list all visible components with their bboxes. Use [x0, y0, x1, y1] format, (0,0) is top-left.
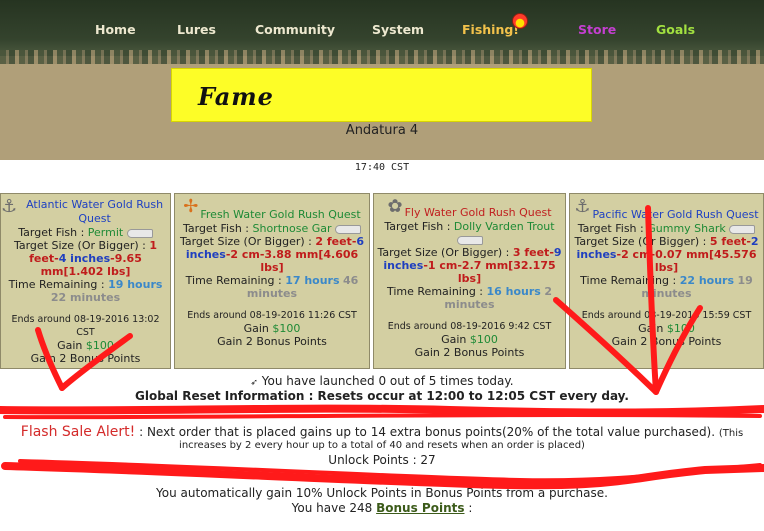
- flash-sale-note: increases by 2 every hour up to a total …: [179, 440, 585, 451]
- scribble-band-bottom: [1, 462, 764, 490]
- fame-banner: Fame: [171, 68, 592, 122]
- time-remaining: 17 hours: [285, 274, 340, 287]
- quest-title[interactable]: Fresh Water Gold Rush Quest: [200, 208, 360, 222]
- fishing-bobber-icon: [512, 13, 528, 29]
- fishing-hook-icon: ⚓: [1, 196, 18, 217]
- main-nav: Home Lures Community System Fishing! Sto…: [0, 22, 764, 38]
- fish-icon: [335, 224, 362, 234]
- target-fish: Dolly Varden Trout: [453, 220, 555, 233]
- bonus-points-info: You have 248 Bonus Points :: [291, 501, 473, 515]
- quest-bonus: Gain 2 Bonus Points: [30, 352, 141, 365]
- lure-icon: ✢: [183, 196, 199, 217]
- quest-title[interactable]: Fly Water Gold Rush Quest: [405, 206, 552, 220]
- fishing-hook-icon: ⚓: [574, 196, 591, 217]
- time-remaining: 19 hours: [108, 278, 163, 291]
- quest-ends: Ends around 08-19-2016 11:26 CST: [187, 310, 357, 321]
- quest-card-atlantic: ⚓ Atlantic Water Gold Rush Quest Target …: [0, 193, 171, 369]
- launch-info: ➶ You have launched 0 out of 5 times tod…: [250, 374, 514, 388]
- flash-sale-alert: Flash Sale Alert!: [20, 424, 136, 440]
- unlock-points: Unlock Points : 27: [328, 453, 436, 467]
- target-fish: Shortnose Gar: [252, 222, 332, 235]
- quest-card-pacific: ⚓ Pacific Water Gold Rush Quest Target F…: [569, 193, 764, 369]
- nav-store[interactable]: Store: [578, 22, 616, 37]
- quest-reward: $100: [666, 322, 695, 335]
- bonus-points-link[interactable]: Bonus Points: [376, 501, 464, 515]
- nav-goals[interactable]: Goals: [656, 22, 695, 37]
- time-remaining: 16 hours: [486, 285, 541, 298]
- quest-title[interactable]: Pacific Water Gold Rush Quest: [593, 208, 759, 222]
- nav-decor: [0, 50, 764, 64]
- quest-card-fresh: ✢ Fresh Water Gold Rush Quest Target Fis…: [174, 193, 370, 369]
- nav-system[interactable]: System: [372, 22, 424, 37]
- time-remaining: 22 hours: [679, 274, 735, 287]
- quest-bonus: Gain 2 Bonus Points: [611, 335, 722, 348]
- quest-reward: $100: [85, 339, 114, 352]
- site-header: Home Lures Community System Fishing! Sto…: [0, 0, 764, 160]
- fish-icon: [729, 224, 756, 234]
- scribble-band-top: [0, 404, 764, 417]
- flash-sale: Flash Sale Alert! : Next order that is p…: [20, 424, 744, 440]
- rocket-icon: ➶: [250, 378, 258, 388]
- quest-reward: $100: [469, 333, 498, 346]
- quest-ends: Ends around 08-19-2016 13:02 CST: [11, 314, 160, 338]
- banner-title: Fame: [198, 82, 274, 111]
- fly-lure-icon: ✿: [387, 196, 403, 217]
- target-fish: Gummy Shark: [647, 222, 726, 235]
- quest-reward: $100: [272, 322, 301, 335]
- quest-title[interactable]: Atlantic Water Gold Rush Quest: [19, 198, 170, 226]
- quest-bonus: Gain 2 Bonus Points: [414, 346, 525, 359]
- reset-info: Global Reset Information : Resets occur …: [135, 389, 629, 403]
- nav-fishing[interactable]: Fishing!: [462, 22, 519, 37]
- nav-lures[interactable]: Lures: [177, 22, 216, 37]
- target-fish: Permit: [87, 226, 124, 239]
- nav-home[interactable]: Home: [95, 22, 136, 37]
- auto-gain-info: You automatically gain 10% Unlock Points…: [156, 486, 608, 500]
- quest-bonus: Gain 2 Bonus Points: [217, 335, 327, 348]
- fish-icon: [126, 228, 153, 238]
- server-clock: 17:40 CST: [354, 162, 410, 173]
- quest-card-fly: ✿ Fly Water Gold Rush Quest Target Fish …: [373, 193, 566, 369]
- scribble-band-top-2: [3, 413, 762, 420]
- player-name: Andatura 4: [345, 123, 419, 138]
- quest-ends: Ends around 08-19-2016 15:59 CST: [581, 310, 752, 321]
- nav-community[interactable]: Community: [255, 22, 335, 37]
- fish-icon: [456, 235, 483, 245]
- quest-ends: Ends around 08-19-2016 9:42 CST: [387, 321, 552, 332]
